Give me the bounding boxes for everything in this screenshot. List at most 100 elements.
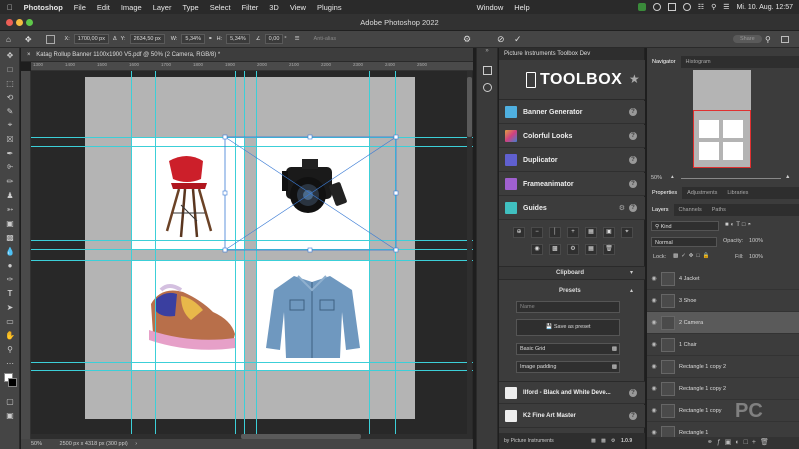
ruler-horizontal[interactable]: 1300 1400 1500 1600 1700 1800 1900 2000 … (31, 62, 473, 71)
zoom-tool-icon[interactable]: ⚲ (0, 342, 20, 356)
fill-value[interactable]: 100% (749, 254, 763, 260)
tab-histogram[interactable]: Histogram (681, 56, 716, 68)
guide-layout-icon[interactable]: ▦ (585, 244, 597, 255)
tab-properties[interactable]: Properties (647, 187, 683, 199)
guide-settings-icon[interactable]: ⚙ (567, 244, 579, 255)
marquee-tool-icon[interactable]: ⬚ (0, 76, 20, 90)
delete-icon[interactable]: ▩ (612, 362, 617, 372)
link-layers-icon[interactable]: ⚭ (707, 439, 717, 446)
plugin-item-duplicator[interactable]: Duplicator ? (499, 149, 645, 172)
artboard-tool-icon[interactable]: □ (0, 62, 20, 76)
help-icon[interactable]: ? (629, 204, 637, 212)
zoom-window-button[interactable] (26, 19, 33, 26)
adjustment-icon[interactable]: ◐ (735, 439, 743, 446)
fx-icon[interactable]: ƒ (717, 439, 725, 446)
path-select-tool-icon[interactable]: ➤ (0, 300, 20, 314)
status-icon-d[interactable] (682, 3, 691, 11)
eraser-tool-icon[interactable]: ▣ (0, 216, 20, 230)
chevron-up-icon[interactable]: ▴ (630, 287, 633, 294)
guide-visibility-icon[interactable]: ◉ (531, 244, 543, 255)
menu-plugins[interactable]: Plugins (317, 3, 342, 12)
share-button[interactable]: Share (733, 35, 762, 43)
lock-icons[interactable]: ▩✓✥□🔒 (673, 253, 713, 259)
help-icon[interactable]: ? (629, 388, 637, 397)
dodge-tool-icon[interactable]: ● (0, 258, 20, 272)
help-icon[interactable]: ? (629, 412, 637, 420)
trash-icon[interactable]: 🗑 (760, 439, 773, 446)
layer-row[interactable]: ◉ 4 Jacket (647, 268, 799, 290)
x-field[interactable]: 1700,00 px (73, 34, 109, 44)
search-toolbar-icon[interactable]: ⚲ (765, 35, 771, 44)
more-tools-icon[interactable]: ⋯ (0, 356, 20, 370)
zoom-out-icon[interactable]: ▴ (671, 174, 674, 180)
menu-file[interactable]: File (74, 3, 86, 12)
status-icon-b[interactable] (652, 3, 661, 11)
footer-lock-icon[interactable]: ▩ (591, 433, 596, 449)
settings-gear-icon[interactable]: ⚙ (619, 204, 625, 212)
guide-center-icon[interactable]: ⌖ (621, 227, 633, 238)
cancel-transform-icon[interactable]: ⊘ (497, 34, 505, 45)
menu-filter[interactable]: Filter (242, 3, 259, 12)
visibility-eye-icon[interactable]: ◉ (647, 341, 661, 348)
layer-row[interactable]: ◉ Rectangle 1 copy 2 (647, 378, 799, 400)
guide-cross-icon[interactable]: + (567, 227, 579, 238)
menu-view[interactable]: View (290, 3, 306, 12)
help-icon[interactable]: ? (629, 132, 637, 140)
guide-vertical-icon[interactable]: │ (549, 227, 561, 238)
clipboard-section[interactable]: Clipboard ▾ (499, 266, 645, 280)
w-field[interactable]: 5,34% (181, 34, 206, 44)
menu-photoshop[interactable]: Photoshop (24, 3, 63, 12)
tab-adjustments[interactable]: Adjustments (682, 187, 722, 199)
navigator-zoom[interactable]: 50% (651, 175, 662, 181)
new-layer-icon[interactable]: + (752, 439, 760, 446)
close-window-button[interactable] (6, 19, 13, 26)
preset-item[interactable]: Image padding ▩ (516, 361, 620, 373)
visibility-eye-icon[interactable]: ◉ (647, 407, 661, 414)
y-field[interactable]: 2634,50 px (129, 34, 165, 44)
visibility-eye-icon[interactable]: ◉ (647, 319, 661, 326)
lasso-tool-icon[interactable]: ⟲ (0, 90, 20, 104)
tab-libraries[interactable]: Libraries (722, 187, 753, 199)
history-brush-tool-icon[interactable]: ➳ (0, 202, 20, 216)
guide-grid-icon[interactable]: ▦ (585, 227, 597, 238)
filter-icons[interactable]: ■◐T□◓ (725, 222, 753, 228)
menu-3d[interactable]: 3D (269, 3, 279, 12)
plugin-item-colorful-looks[interactable]: Colorful Looks ? (499, 125, 645, 148)
plugin-item-banner-generator[interactable]: Banner Generator ? (499, 101, 645, 124)
guide-remove-icon[interactable]: − (531, 227, 543, 238)
crop-tool-icon[interactable]: ⌖ (0, 118, 20, 132)
preset-item[interactable]: Basic Grid ▩ (516, 343, 620, 355)
canvas-area[interactable] (31, 71, 473, 439)
zoom-slider[interactable] (681, 178, 781, 179)
layer-row[interactable]: ◉ 3 Shoe (647, 290, 799, 312)
type-tool-icon[interactable]: T (0, 286, 20, 300)
search-icon[interactable]: ⚲ (711, 3, 716, 11)
menu-layer[interactable]: Layer (153, 3, 172, 12)
chevron-down-icon[interactable]: ▾ (630, 269, 633, 276)
plugin-item-ilford[interactable]: Ilford - Black and White Deve... ? (499, 381, 645, 404)
delete-icon[interactable]: ▩ (612, 344, 617, 354)
visibility-eye-icon[interactable]: ◉ (647, 275, 661, 282)
angle-field[interactable]: 0,00 (264, 34, 284, 44)
h-field[interactable]: 5,34% (226, 34, 250, 44)
brush-tool-icon[interactable]: ✏ (0, 174, 20, 188)
tab-navigator[interactable]: Navigator (647, 56, 681, 68)
clock[interactable]: Mi. 10. Aug. 12:57 (737, 4, 793, 11)
layer-row-selected[interactable]: ◉ 2 Camera (647, 312, 799, 334)
guide-add-icon[interactable]: ⊕ (513, 227, 525, 238)
reference-point-icon[interactable] (45, 34, 55, 44)
status-icon-c[interactable] (667, 3, 676, 11)
layer-row[interactable]: ◉ Rectangle 1 copy (647, 400, 799, 422)
menu-image[interactable]: Image (121, 3, 142, 12)
control-center-icon[interactable]: ☰ (723, 3, 729, 11)
frame-tool-icon[interactable]: ☒ (0, 132, 20, 146)
guide-lock-icon[interactable]: ▩ (549, 244, 561, 255)
link-icon[interactable]: ⚭ (208, 36, 213, 42)
guide-frame-icon[interactable]: ▣ (603, 227, 615, 238)
ruler-vertical[interactable] (21, 71, 31, 439)
zoom-in-icon[interactable]: ▲ (785, 174, 790, 180)
blur-tool-icon[interactable]: 💧 (0, 244, 20, 258)
home-icon[interactable]: ⌂ (6, 35, 11, 44)
actions-panel-icon[interactable] (482, 83, 492, 92)
group-icon[interactable]: □ (744, 439, 752, 446)
